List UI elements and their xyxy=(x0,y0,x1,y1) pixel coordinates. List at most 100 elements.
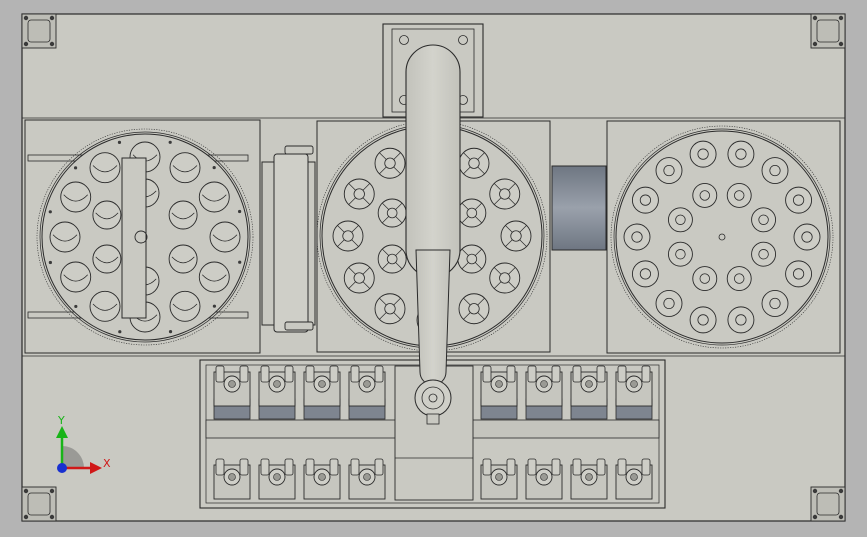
pocket-rim xyxy=(751,241,777,267)
pocket-rim xyxy=(198,261,230,293)
pocket-rim xyxy=(631,186,659,214)
pocket-rim xyxy=(198,181,230,213)
disc-index-hole xyxy=(212,304,217,308)
gripper-finger-right xyxy=(329,365,339,383)
gripper-piston xyxy=(318,380,326,388)
pocket-rim xyxy=(692,182,718,208)
foot-bolt xyxy=(812,15,818,21)
disc-index-hole xyxy=(117,140,122,144)
pocket-rim xyxy=(169,152,201,184)
ring-pocket xyxy=(655,290,683,317)
cad-viewport[interactable]: X Y xyxy=(0,0,867,533)
gripper-piston xyxy=(630,473,638,481)
gripper-piston xyxy=(540,473,548,481)
spoked-pocket xyxy=(500,220,532,252)
spoked-pocket xyxy=(458,293,490,325)
gripper-finger-left xyxy=(482,365,492,383)
pocket-rim xyxy=(209,221,241,253)
foot-bolt xyxy=(838,514,844,520)
pocket-rim xyxy=(689,306,717,334)
foot-bolt xyxy=(49,488,55,494)
ring-pocket xyxy=(667,241,693,267)
gripper-unit xyxy=(525,458,563,500)
ball-pocket xyxy=(169,152,201,184)
gripper-finger-right xyxy=(284,458,294,476)
pocket-rim xyxy=(168,200,198,230)
gripper-finger-right xyxy=(551,458,561,476)
gripper-unit xyxy=(525,365,563,407)
gripper-finger-right xyxy=(641,365,651,383)
pocket-rim xyxy=(89,290,121,322)
gripper-finger-left xyxy=(572,458,582,476)
ball-pocket xyxy=(168,200,198,230)
disc-index-hole xyxy=(168,140,172,144)
pocket-rim xyxy=(655,157,683,184)
gripper-piston xyxy=(318,473,326,481)
ring-pocket xyxy=(692,182,718,208)
gripper-finger-right xyxy=(641,458,651,476)
corner-foot xyxy=(810,13,846,49)
pocket-rim xyxy=(751,207,777,233)
ball-pocket xyxy=(49,221,81,253)
disc-index-hole xyxy=(118,330,122,334)
gripper-finger-left xyxy=(482,458,492,476)
disc-index-hole xyxy=(168,330,173,334)
robot-forearm xyxy=(415,249,451,386)
gripper-finger-right xyxy=(329,458,339,476)
robot-tool-flange xyxy=(414,379,452,417)
robot-upper-arm xyxy=(405,44,461,278)
ball-pocket xyxy=(89,152,121,184)
foot-bolt xyxy=(23,15,29,21)
ring-pocket xyxy=(761,157,789,184)
spoked-pocket xyxy=(374,147,406,179)
disc-index-hole xyxy=(48,210,52,214)
roller-cap-bottom xyxy=(284,321,314,331)
gripper-finger-left xyxy=(350,458,360,476)
gripper-finger-left xyxy=(260,365,270,383)
gripper-piston xyxy=(228,380,236,388)
ball-pocket xyxy=(209,221,241,253)
gripper-unit xyxy=(258,365,296,407)
roller-body xyxy=(273,153,309,333)
gripper-unit xyxy=(258,458,296,500)
foot-bolt xyxy=(49,41,55,47)
gripper-unit xyxy=(213,365,251,407)
corner-foot xyxy=(21,486,57,522)
gripper-unit xyxy=(570,458,608,500)
foot-bolt xyxy=(23,514,29,520)
ball-pocket xyxy=(169,290,201,322)
gripper-piston xyxy=(630,380,638,388)
gripper-finger-right xyxy=(506,458,516,476)
ring-pocket xyxy=(751,207,777,233)
ring-pocket xyxy=(785,186,813,214)
gripper-unit xyxy=(615,365,653,407)
gripper-finger-left xyxy=(527,458,537,476)
transfer-roller xyxy=(261,145,316,333)
ring-pocket xyxy=(623,223,651,251)
pocket-rim xyxy=(726,266,752,292)
gripper-unit xyxy=(480,365,518,407)
ball-pocket xyxy=(168,244,198,274)
ring-pocket xyxy=(751,241,777,267)
pocket-rim xyxy=(692,266,718,292)
ball-pocket xyxy=(89,290,121,322)
gripper-finger-right xyxy=(239,458,249,476)
pocket-rim xyxy=(631,260,659,288)
gripper-piston xyxy=(495,473,503,481)
pocket-rim xyxy=(655,290,683,317)
disc-index-hole xyxy=(74,304,78,309)
disc-index-hole xyxy=(238,260,242,264)
gripper-finger-right xyxy=(284,365,294,383)
gripper-finger-left xyxy=(350,365,360,383)
spoked-pocket xyxy=(377,198,407,228)
pocket-rim xyxy=(761,157,789,184)
spoked-pocket xyxy=(489,262,521,294)
gripper-finger-right xyxy=(374,365,384,383)
gripper-unit xyxy=(303,365,341,407)
ring-pocket xyxy=(785,260,813,288)
pocket-rim xyxy=(667,207,693,233)
foot-bolt xyxy=(49,15,55,21)
pocket-rim xyxy=(761,290,789,317)
pocket-rim xyxy=(785,260,813,288)
triad-y-label: Y xyxy=(57,414,65,427)
